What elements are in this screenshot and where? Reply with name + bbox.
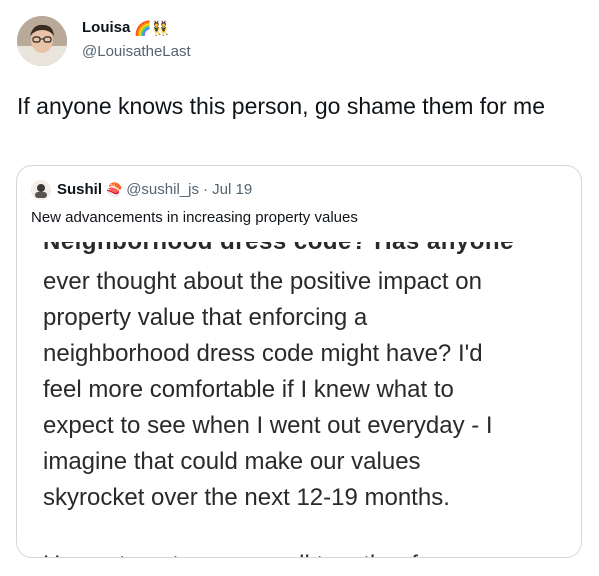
quoted-tweet-image[interactable]: Neighborhood dress code? Has anyone ever… — [17, 232, 581, 557]
author-avatar[interactable] — [17, 16, 67, 66]
image-text-line: expect to see when I went out everyday -… — [43, 412, 493, 439]
quoted-tweet-header: Sushil 🍣 @sushil_js · Jul 19 — [31, 180, 252, 200]
quoted-author-emoji: 🍣 — [106, 182, 123, 197]
author-name-row[interactable]: Louisa 🌈👯 — [82, 19, 169, 37]
quoted-avatar-graphic — [31, 180, 51, 200]
tweet-text: If anyone knows this person, go shame th… — [17, 93, 545, 119]
avatar-photo — [17, 16, 67, 66]
image-text-body: ever thought about the positive impact o… — [43, 264, 563, 516]
author-emoji-badges: 🌈👯 — [134, 20, 170, 36]
quoted-author-avatar[interactable] — [31, 180, 51, 200]
image-text-line: feel more comfortable if I knew what to — [43, 376, 454, 403]
quoted-author-name[interactable]: Sushil — [57, 181, 102, 199]
image-text-line: property value that enforcing a — [43, 304, 368, 331]
author-name[interactable]: Louisa — [82, 19, 130, 37]
image-text-line: skyrocket over the next 12-19 months. — [43, 484, 450, 511]
image-text-line: ever thought about the positive impact o… — [43, 268, 482, 295]
image-text-cut-top: Neighborhood dress code? Has anyone — [43, 232, 514, 255]
author-handle[interactable]: @LouisatheLast — [82, 43, 191, 61]
image-text-line: imagine that could make our values — [43, 448, 421, 475]
quoted-author-handle[interactable]: @sushil_js — [126, 181, 199, 199]
quoted-tweet-card[interactable]: Sushil 🍣 @sushil_js · Jul 19 New advance… — [16, 165, 582, 558]
image-text-cut-bottom: Happy to get a group call together for — [43, 547, 439, 557]
image-text-line: neighborhood dress code might have? I'd — [43, 340, 483, 367]
quoted-tweet-text: New advancements in increasing property … — [31, 209, 358, 226]
quoted-tweet-date[interactable]: · Jul 19 — [203, 181, 252, 199]
